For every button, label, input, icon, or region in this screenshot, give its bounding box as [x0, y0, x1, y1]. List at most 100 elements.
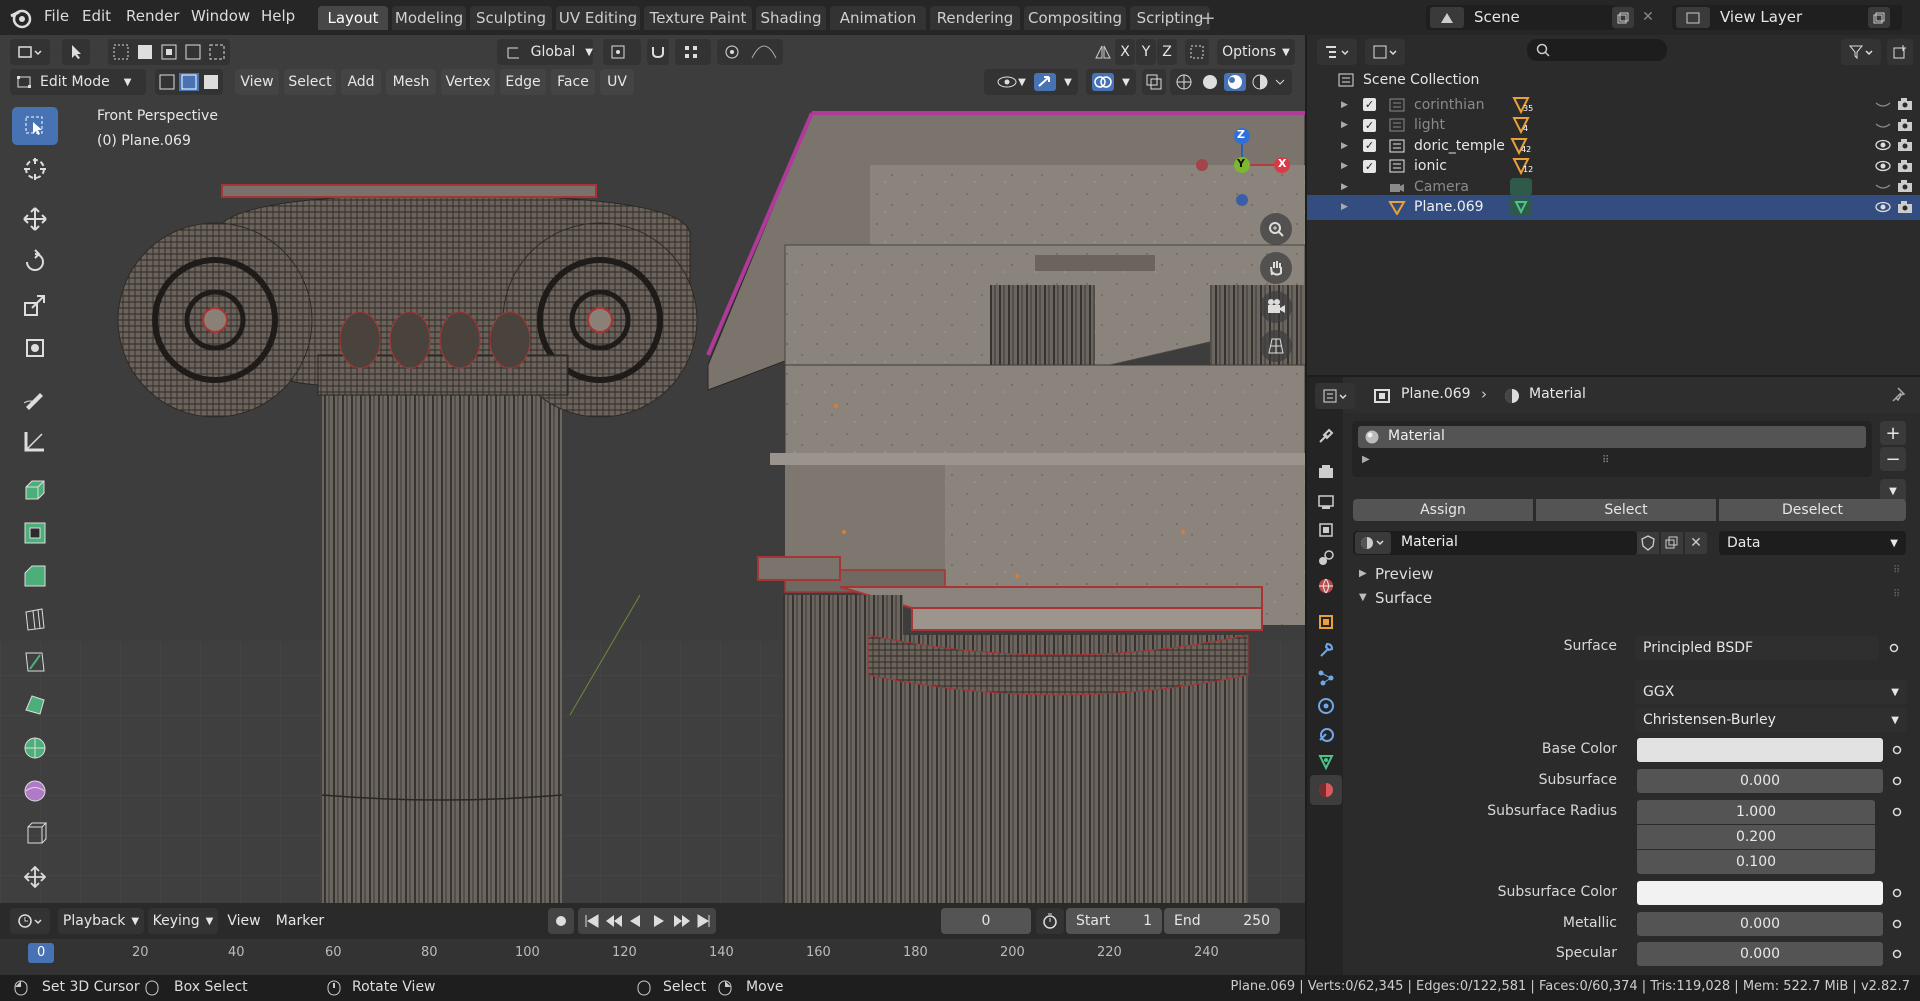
view-layer-selector[interactable]: View Layer [1672, 5, 1902, 30]
outliner-item-name[interactable]: ionic [1414, 158, 1506, 174]
view-layer-tab-icon[interactable] [1313, 517, 1339, 543]
keying-menu[interactable]: Keying ▼ [148, 908, 218, 934]
socket-icon[interactable] [1887, 738, 1907, 762]
browse-material-icon[interactable] [1355, 532, 1391, 554]
tab-animation[interactable]: Animation [830, 6, 926, 30]
timeline-ruler[interactable]: 0 20 40 60 80 100 120 140 160 180 200 22… [0, 939, 1305, 975]
cursor-icon[interactable] [12, 150, 58, 188]
smooth-icon[interactable] [12, 772, 58, 810]
marker-menu[interactable]: Marker [272, 908, 328, 934]
select-mode-buttons[interactable] [108, 39, 230, 65]
physics-tab-icon[interactable] [1313, 693, 1339, 719]
render-tab-icon[interactable] [1313, 459, 1339, 485]
mirror-z-toggle[interactable]: Z [1157, 39, 1177, 65]
socket-icon[interactable] [1887, 912, 1907, 936]
resize-handle-icon[interactable]: ⠿ [1602, 455, 1610, 466]
expand-arrow-icon[interactable]: ▶ [1341, 202, 1351, 212]
subsurface-radius-z-field[interactable]: 0.100 [1637, 850, 1875, 874]
socket-icon[interactable] [1884, 636, 1904, 660]
menu-render[interactable]: Render [126, 7, 179, 25]
editor-type-button[interactable] [10, 39, 50, 65]
timeline-view-menu[interactable]: View [222, 908, 266, 934]
tab-compositing[interactable]: Compositing [1024, 6, 1126, 30]
menu-add[interactable]: Add [341, 69, 381, 95]
tab-shading[interactable]: Shading [756, 6, 826, 30]
menu-edge[interactable]: Edge [500, 69, 546, 95]
expand-arrow-icon[interactable]: ▶ [1362, 454, 1370, 465]
blender-logo-icon[interactable] [6, 4, 36, 31]
poly-build-icon[interactable] [12, 686, 58, 724]
menu-help[interactable]: Help [261, 7, 295, 25]
outliner-search-input[interactable] [1527, 39, 1667, 61]
material-slot-list[interactable]: Material ▶ ⠿ [1352, 421, 1872, 477]
surface-panel-header[interactable]: ▼ Surface ⠿ [1353, 587, 1913, 611]
3d-viewport[interactable]: Global ▼ X Y Z Options ▼ Edit Mode ▼ Vie… [0, 35, 1305, 903]
display-mode-icon[interactable] [1365, 39, 1405, 65]
add-slot-button[interactable]: + [1880, 421, 1906, 445]
timeline[interactable]: Playback ▼ Keying ▼ View Marker 0 Start 1 E… [0, 903, 1305, 975]
drag-handle-icon[interactable]: ⠿ [1893, 565, 1900, 576]
preview-panel-header[interactable]: ▶ Preview ⠿ [1353, 563, 1913, 587]
subsurface-color-swatch[interactable] [1637, 881, 1883, 905]
distribution-dropdown[interactable]: GGX ▼ [1635, 680, 1907, 704]
camera-view-icon[interactable] [1260, 291, 1292, 323]
pin-icon[interactable] [1892, 386, 1908, 404]
playback-controls[interactable] [578, 908, 716, 934]
add-workspace-button[interactable]: + [1198, 8, 1218, 29]
loop-cut-icon[interactable] [12, 600, 58, 638]
move-icon[interactable] [12, 200, 58, 238]
exclude-checkbox[interactable]: ✓ [1363, 118, 1376, 132]
inset-icon[interactable] [12, 514, 58, 552]
tab-modeling[interactable]: Modeling [392, 6, 466, 30]
socket-icon[interactable] [1887, 769, 1907, 793]
transform-icon[interactable] [12, 329, 58, 367]
drag-handle-icon[interactable]: ⠿ [1893, 589, 1900, 600]
exclude-checkbox[interactable]: ✓ [1363, 159, 1376, 173]
scale-icon[interactable] [12, 286, 58, 324]
select-box-icon[interactable] [12, 107, 58, 145]
subsurface-method-dropdown[interactable]: Christensen-Burley ▼ [1635, 708, 1907, 732]
auto-merge-icon[interactable] [1185, 39, 1209, 65]
menu-face[interactable]: Face [551, 69, 595, 95]
mirror-icon[interactable] [1092, 39, 1114, 65]
new-collection-icon[interactable] [1887, 39, 1913, 65]
perspective-grid-icon[interactable] [1260, 330, 1292, 362]
transform-orientation-dropdown[interactable]: Global ▼ [497, 39, 593, 65]
socket-icon[interactable] [1887, 881, 1907, 905]
tab-sculpting[interactable]: Sculpting [470, 6, 552, 30]
scene-selector[interactable]: Scene [1426, 5, 1634, 30]
socket-icon[interactable] [1887, 942, 1907, 966]
overlays-toggle-icon[interactable]: ▼ [1086, 69, 1136, 95]
measure-icon[interactable] [12, 422, 58, 460]
tree-row-scene-collection[interactable]: Scene Collection [1307, 67, 1920, 92]
camera-render-icon[interactable] [1897, 200, 1913, 218]
menu-edit[interactable]: Edit [82, 7, 111, 25]
socket-icon[interactable] [1887, 800, 1907, 824]
menu-mesh[interactable]: Mesh [386, 69, 436, 95]
delete-scene-icon[interactable]: ✕ [1640, 7, 1656, 27]
shading-mode-buttons[interactable] [1170, 69, 1292, 95]
filter-icon[interactable] [1841, 39, 1881, 65]
tool-tab-icon[interactable] [1313, 423, 1339, 449]
menu-view[interactable]: View [235, 69, 279, 95]
tab-rendering[interactable]: Rendering [930, 6, 1020, 30]
select-tool-icon[interactable] [62, 39, 90, 65]
scene-tab-icon[interactable] [1313, 545, 1339, 571]
extrude-icon[interactable] [12, 471, 58, 509]
exclude-checkbox[interactable]: ✓ [1363, 139, 1376, 152]
outliner[interactable]: Scene Collection ▶ ✓ corinthian 35 ▶ ✓ light 4 ▶… [1307, 35, 1920, 375]
duplicate-material-icon[interactable] [1661, 532, 1683, 554]
menu-uv[interactable]: UV [600, 69, 634, 95]
expand-arrow-icon[interactable]: ▶ [1341, 182, 1351, 192]
output-tab-icon[interactable] [1313, 489, 1339, 515]
expand-arrow-icon[interactable]: ▶ [1341, 100, 1351, 110]
assign-button[interactable]: Assign [1353, 499, 1533, 521]
outliner-item-name[interactable]: Plane.069 [1414, 199, 1506, 215]
object-data-tab-icon[interactable] [1313, 749, 1339, 775]
eye-icon[interactable] [1875, 200, 1891, 218]
expand-arrow-icon[interactable]: ▶ [1341, 161, 1351, 171]
mode-dropdown[interactable]: Edit Mode ▼ [10, 69, 146, 95]
tab-uv-editing[interactable]: UV Editing [556, 6, 640, 30]
pan-hand-icon[interactable] [1260, 252, 1292, 284]
snap-toggle-icon[interactable] [647, 39, 669, 65]
